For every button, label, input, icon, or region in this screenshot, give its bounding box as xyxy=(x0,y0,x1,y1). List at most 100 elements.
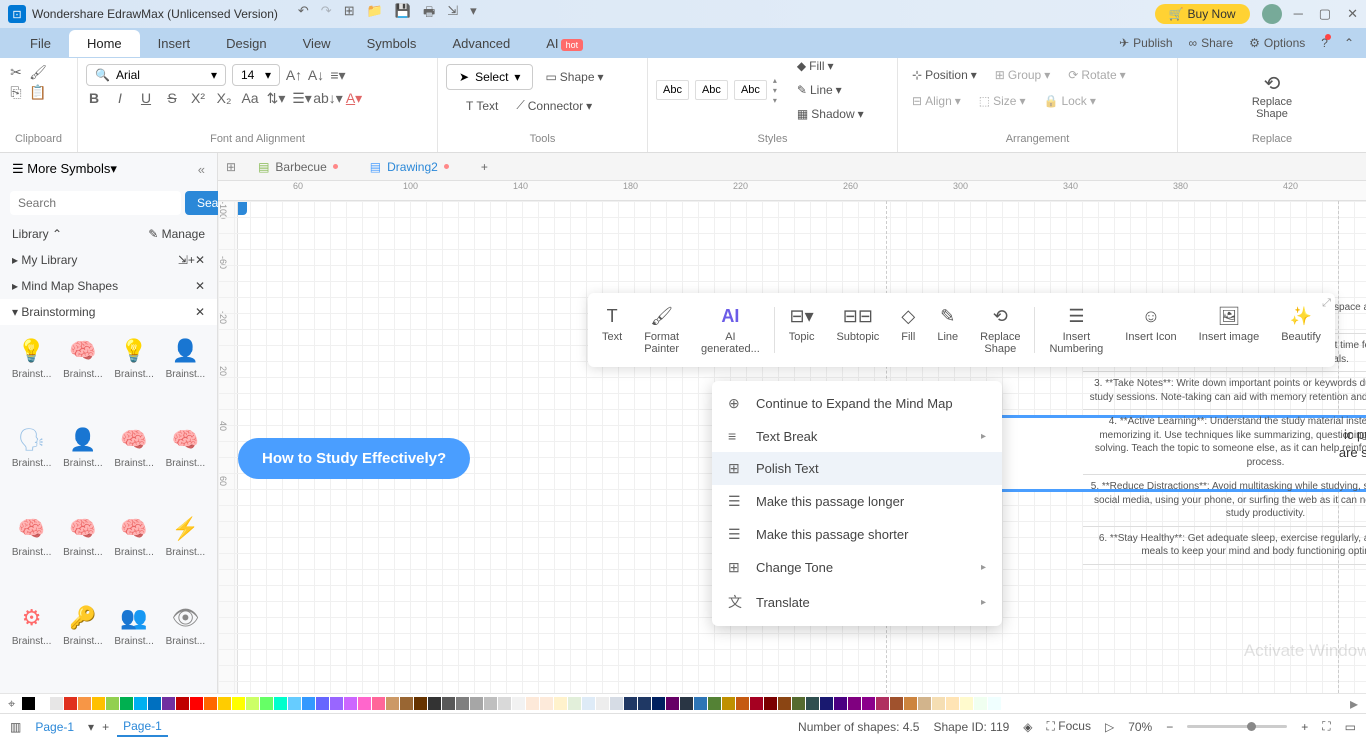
color-swatch[interactable] xyxy=(820,697,833,710)
color-swatch[interactable] xyxy=(638,697,651,710)
color-swatch[interactable] xyxy=(806,697,819,710)
color-swatch[interactable] xyxy=(918,697,931,710)
lock-button[interactable]: 🔒Lock▾ xyxy=(1038,90,1102,112)
color-swatch[interactable] xyxy=(232,697,245,710)
close-section-icon[interactable]: ✕ xyxy=(195,279,205,293)
color-swatch[interactable] xyxy=(960,697,973,710)
ft-format-painter[interactable]: 🖌Format Painter xyxy=(634,301,689,359)
color-swatch[interactable] xyxy=(722,697,735,710)
color-swatch[interactable] xyxy=(470,697,483,710)
color-swatch[interactable] xyxy=(778,697,791,710)
fit-width-icon[interactable]: ▭ xyxy=(1345,720,1356,734)
color-swatch[interactable] xyxy=(260,697,273,710)
library-dropdown[interactable]: Library ⌃ xyxy=(12,227,62,241)
color-swatch[interactable] xyxy=(414,697,427,710)
shape-item[interactable]: 🧠Brainst... xyxy=(8,511,55,596)
menu-symbols[interactable]: Symbols xyxy=(349,30,435,57)
cm-make-longer[interactable]: ☰Make this passage longer xyxy=(712,485,1002,518)
shape-item[interactable]: 💡Brainst... xyxy=(111,333,158,418)
shape-item[interactable]: 🧠Brainst... xyxy=(162,422,209,507)
color-swatch[interactable] xyxy=(302,697,315,710)
menu-ai[interactable]: AIhot xyxy=(528,30,601,57)
page-layout-icon[interactable]: ▥ xyxy=(10,720,21,734)
close-button[interactable]: ✕ xyxy=(1347,6,1358,22)
ft-insert-numbering[interactable]: ☰Insert Numbering xyxy=(1039,301,1113,359)
menu-home[interactable]: Home xyxy=(69,30,140,57)
color-swatch[interactable] xyxy=(554,697,567,710)
ft-fill[interactable]: ◇Fill xyxy=(891,301,925,359)
close-toolbar-icon[interactable]: ⤢ xyxy=(1322,297,1331,310)
color-swatch[interactable] xyxy=(288,697,301,710)
color-swatch[interactable] xyxy=(190,697,203,710)
tab-drawing2[interactable]: ▤Drawing2 xyxy=(354,156,465,178)
main-topic-node[interactable]: How to Study Effectively? xyxy=(238,438,470,479)
page-tab-1b[interactable]: Page-1 xyxy=(117,717,168,737)
color-swatch[interactable] xyxy=(750,697,763,710)
page-down-icon[interactable]: ▾ xyxy=(88,720,94,734)
color-swatch[interactable] xyxy=(946,697,959,710)
ft-subtopic[interactable]: ⊟⊟Subtopic xyxy=(826,301,889,359)
color-swatch[interactable] xyxy=(78,697,91,710)
color-swatch[interactable] xyxy=(694,697,707,710)
close-section-icon[interactable]: ✕ xyxy=(195,305,205,319)
color-swatch[interactable] xyxy=(582,697,595,710)
shape-item[interactable]: 🧠Brainst... xyxy=(59,511,106,596)
align-icon[interactable]: ≡▾ xyxy=(330,67,346,83)
superscript-icon[interactable]: X² xyxy=(190,90,206,106)
color-swatch[interactable] xyxy=(666,697,679,710)
menu-design[interactable]: Design xyxy=(208,30,284,57)
menu-insert[interactable]: Insert xyxy=(140,30,209,57)
mindmap-note[interactable]: 6. **Stay Healthy**: Get adequate sleep,… xyxy=(1083,527,1366,565)
color-swatch[interactable] xyxy=(596,697,609,710)
fill-button[interactable]: ◆Fill▾ xyxy=(791,55,870,77)
font-family-select[interactable]: 🔍Arial▾ xyxy=(86,64,226,86)
color-swatch[interactable] xyxy=(36,697,49,710)
color-swatch[interactable] xyxy=(834,697,847,710)
strike-icon[interactable]: S xyxy=(164,90,180,106)
mindmap-shapes-section[interactable]: ▸ Mind Map Shapes ✕ xyxy=(0,273,217,299)
layers-icon[interactable]: ◈ xyxy=(1023,720,1032,734)
zoom-in-icon[interactable]: + xyxy=(1301,720,1308,734)
add-page-icon[interactable]: + xyxy=(102,720,109,734)
presentation-icon[interactable]: ▷ xyxy=(1105,720,1114,734)
symbol-search-input[interactable] xyxy=(10,191,181,215)
color-swatch[interactable] xyxy=(22,697,35,710)
cm-translate[interactable]: 文Translate▸ xyxy=(712,584,1002,620)
ft-text[interactable]: TText xyxy=(592,301,632,359)
connector-tool[interactable]: ⟋Connector▾ xyxy=(510,94,598,117)
canvas[interactable]: How to Study Effectively? ic pursuits, t… xyxy=(218,201,1366,693)
cm-polish-text[interactable]: ⊞Polish Text xyxy=(712,452,1002,485)
color-swatch[interactable] xyxy=(50,697,63,710)
zoom-slider[interactable] xyxy=(1187,725,1287,728)
case-icon[interactable]: Aa xyxy=(242,90,258,106)
color-swatch[interactable] xyxy=(484,697,497,710)
color-swatch[interactable] xyxy=(708,697,721,710)
color-swatch[interactable] xyxy=(120,697,133,710)
ft-ai-generated[interactable]: AIAI generated... xyxy=(691,301,770,359)
color-swatch[interactable] xyxy=(568,697,581,710)
color-swatch[interactable] xyxy=(176,697,189,710)
color-swatch[interactable] xyxy=(218,697,231,710)
menu-view[interactable]: View xyxy=(285,30,349,57)
copy-icon[interactable]: ⎘ xyxy=(8,84,24,100)
focus-mode[interactable]: ⛶ Focus xyxy=(1047,719,1091,734)
brainstorming-section[interactable]: ▾ Brainstorming ✕ xyxy=(0,299,217,325)
shape-item[interactable]: 💡Brainst... xyxy=(8,333,55,418)
menu-file[interactable]: File xyxy=(12,30,69,57)
my-library-section[interactable]: ▸ My Library ⇲+✕ xyxy=(0,247,217,273)
mindmap-note[interactable]: 4. **Active Learning**: Understand the s… xyxy=(1083,410,1366,475)
new-icon[interactable]: ⊞ xyxy=(344,3,355,25)
color-swatch[interactable] xyxy=(624,697,637,710)
redo-icon[interactable]: ↷ xyxy=(321,3,332,25)
shape-item[interactable]: 👤Brainst... xyxy=(59,422,106,507)
user-avatar[interactable] xyxy=(1262,4,1282,24)
text-direction-icon[interactable]: ab↓▾ xyxy=(320,90,336,106)
color-swatch[interactable] xyxy=(610,697,623,710)
collapse-sidebar-icon[interactable]: « xyxy=(198,162,205,177)
close-lib-icon[interactable]: ✕ xyxy=(195,253,205,267)
color-swatch[interactable] xyxy=(344,697,357,710)
export-icon[interactable]: ⇲ xyxy=(447,3,458,25)
paste-icon[interactable]: 📋 xyxy=(30,84,46,100)
color-swatch[interactable] xyxy=(204,697,217,710)
rotate-button[interactable]: ⟳Rotate▾ xyxy=(1062,64,1131,86)
